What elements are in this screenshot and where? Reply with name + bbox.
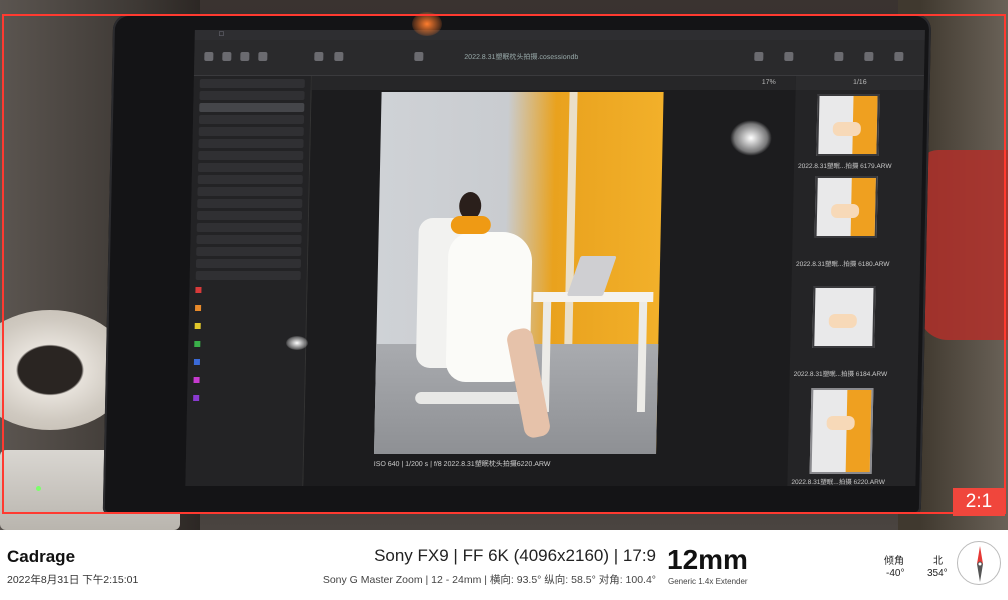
library-row xyxy=(196,247,302,256)
toolbar-icon xyxy=(334,52,344,61)
thumbnail-browser: 1/16 2022.8.31塑眠...拍摄 6179.ARW 2022.8.31… xyxy=(787,76,924,486)
thumbnail-caption: 2022.8.31塑眠...拍摄 6179.ARW xyxy=(797,163,892,170)
color-tag-blue xyxy=(193,359,201,365)
color-tag-red xyxy=(195,287,202,293)
library-panel xyxy=(185,76,312,486)
library-row xyxy=(197,199,303,208)
toolbar-icon xyxy=(204,52,214,61)
thumb-figure xyxy=(828,314,857,328)
library-row xyxy=(196,211,303,220)
library-row xyxy=(196,235,302,244)
thumbnail[interactable] xyxy=(814,176,878,238)
info-footer: Cadrage 2022年8月31日 下午2:15:01 Sony FX9 | … xyxy=(0,530,1008,600)
chair-base xyxy=(415,392,526,404)
thumb-yellow-wall xyxy=(845,390,872,472)
toolbar-icon xyxy=(754,52,764,61)
thumbnail-caption: 2022.8.31塑眠...拍摄 6220.ARW xyxy=(791,479,885,486)
laptop-on-desk xyxy=(566,256,617,296)
toolbar-icon xyxy=(864,52,874,61)
focal-length: 12mm xyxy=(667,544,748,575)
compass-icon xyxy=(957,541,1001,585)
tilt-label: 倾角 xyxy=(884,556,904,567)
lens-info: Sony G Master Zoom | 12 - 24mm | 横向: 93.… xyxy=(322,574,656,586)
app-name: Cadrage xyxy=(7,547,76,566)
light-reflection xyxy=(412,12,442,36)
color-tag-orange xyxy=(195,305,202,311)
document-title: 2022.8.31塑眠枕头拍摄.cosessiondb xyxy=(464,54,579,61)
capture-datetime: 2022年8月31日 下午2:15:01 xyxy=(7,574,139,586)
library-row xyxy=(197,175,303,184)
main-photo xyxy=(374,92,664,454)
library-row xyxy=(199,79,305,88)
extender-info: Generic 1.4x Extender xyxy=(668,577,748,586)
tilt-value: -40° xyxy=(886,568,905,579)
toolbar-icon xyxy=(258,52,268,61)
zoom-level: 17% xyxy=(761,79,776,86)
laptop:  2022.8.31塑眠枕头拍摄.cosessiondb xyxy=(102,14,932,514)
heading-label: 北 xyxy=(933,556,943,567)
laptop-screen:  2022.8.31塑眠枕头拍摄.cosessiondb xyxy=(185,30,925,486)
neck-pillow xyxy=(450,216,492,234)
library-row xyxy=(198,115,305,124)
toolbar-icon xyxy=(894,52,904,61)
app-toolbar: 2022.8.31塑眠枕头拍摄.cosessiondb xyxy=(193,40,925,76)
thumb-figure xyxy=(832,122,861,136)
photo-caption: ISO 640 | 1/200 s | f/8 2022.8.31塑眠枕头拍摄6… xyxy=(373,461,551,468)
light-reflection xyxy=(730,120,772,156)
color-tag-yellow xyxy=(194,323,201,329)
wall-pole xyxy=(564,92,578,344)
toolbar-icon xyxy=(834,52,844,61)
toolbar-icon xyxy=(240,52,250,61)
library-row xyxy=(195,271,301,280)
thumbnail-selected[interactable] xyxy=(809,388,874,474)
thumb-figure xyxy=(826,416,855,430)
thumb-counter: 1/16 xyxy=(795,76,924,90)
power-led xyxy=(36,486,41,491)
thumbnail-caption: 2022.8.31塑眠...拍摄 6180.ARW xyxy=(795,261,890,268)
viewfinder-photo:  2022.8.31塑眠枕头拍摄.cosessiondb xyxy=(0,0,1008,530)
photo-viewer: 17% ISO 640 | 1/200 s | f/8 2022.8.31塑眠枕… xyxy=(303,76,796,486)
library-row-selected xyxy=(199,103,305,112)
library-row xyxy=(197,163,304,172)
toolbar-icon xyxy=(314,52,324,61)
aspect-ratio-badge: 2:1 xyxy=(953,488,1005,516)
menu-bar:  xyxy=(194,30,925,40)
library-row xyxy=(199,91,305,100)
library-row xyxy=(196,223,302,232)
thumbnail[interactable] xyxy=(816,94,880,156)
color-tag-purple xyxy=(193,395,200,401)
color-tag-pink xyxy=(193,377,200,383)
toolbar-icon xyxy=(784,52,794,61)
heading-value: 354° xyxy=(927,568,948,579)
toolbar-icon xyxy=(222,52,232,61)
toolbar-icon xyxy=(414,52,424,61)
library-row xyxy=(198,139,304,148)
camera-info: Sony FX9 | FF 6K (4096x2160) | 17:9 xyxy=(374,546,656,565)
library-row xyxy=(198,127,304,136)
library-row xyxy=(195,259,302,268)
thumb-figure xyxy=(830,204,860,218)
thumbnail-caption: 2022.8.31塑眠...拍摄 6184.ARW xyxy=(793,371,888,378)
color-tag-green xyxy=(194,341,201,347)
viewer-top-bar: 17% xyxy=(311,76,796,90)
thumbnail[interactable] xyxy=(812,286,876,348)
light-reflection xyxy=(286,336,308,350)
red-chair xyxy=(918,150,1008,340)
library-row xyxy=(197,187,303,196)
library-row xyxy=(198,151,304,160)
